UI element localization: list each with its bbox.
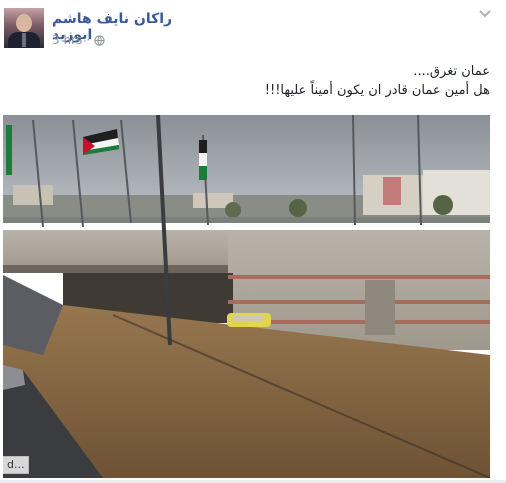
photo-tag-chip[interactable]: d...: [3, 456, 30, 474]
post-text-line-2: هل أمين عمان قادر ان يكون أميناً عليها!!…: [264, 83, 490, 98]
avatar-head: [16, 14, 32, 32]
chevron-down-icon[interactable]: [478, 9, 492, 19]
globe-icon[interactable]: [94, 34, 105, 46]
author-avatar[interactable]: [4, 8, 44, 48]
post-photo[interactable]: d...: [3, 115, 490, 478]
avatar-tie: [22, 33, 26, 47]
post-card: راكان نايف هاشم ابوزيد 3 hrs · عمان تغرق…: [0, 0, 506, 483]
meta-separator: ·: [86, 33, 91, 47]
post-text: عمان تغرق.... هل أمين عمان قادر ان يكون …: [20, 62, 490, 100]
flooded-underpass-photo: [3, 115, 490, 478]
post-text-line-1: عمان تغرق....: [413, 64, 490, 79]
post-meta: 3 hrs ·: [52, 33, 105, 47]
post-timestamp[interactable]: 3 hrs: [52, 33, 82, 47]
